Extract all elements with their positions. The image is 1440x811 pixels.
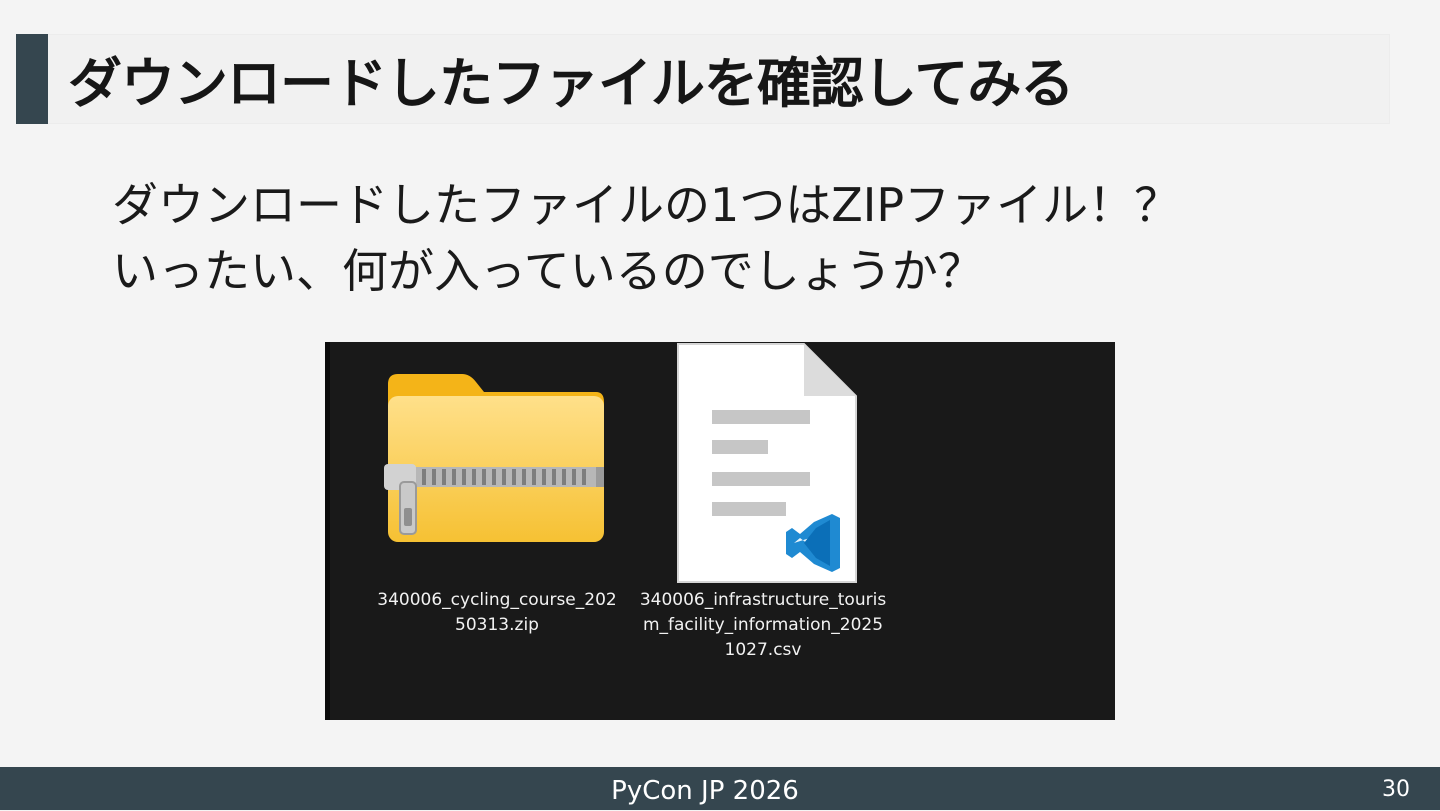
page-number: 30	[1382, 777, 1410, 802]
body-line-1: ダウンロードしたファイルの1つはZIPファイル！？	[112, 178, 1181, 232]
file-explorer-screenshot: 340006_cycling_course_20250313.zip 34000…	[325, 342, 1115, 720]
file-name-zip: 340006_cycling_course_20250313.zip	[377, 590, 617, 635]
title-accent-bar	[16, 34, 48, 124]
slide-title: ダウンロードしたファイルを確認してみる	[68, 52, 1074, 115]
slide-footer: PyCon JP 2026 30	[0, 767, 1440, 810]
slide-body: ダウンロードしたファイルの1つはZIPファイル！？ いったい、何が入っているので…	[112, 172, 1180, 304]
file-name-csv: 340006_infrastructure_tourism_facility_i…	[639, 590, 887, 660]
zip-folder-icon	[382, 370, 606, 554]
footer-text: PyCon JP 2026	[611, 776, 799, 806]
body-line-2: いったい、何が入っているのでしょうか？	[112, 244, 984, 298]
vscode-document-icon	[674, 342, 858, 592]
